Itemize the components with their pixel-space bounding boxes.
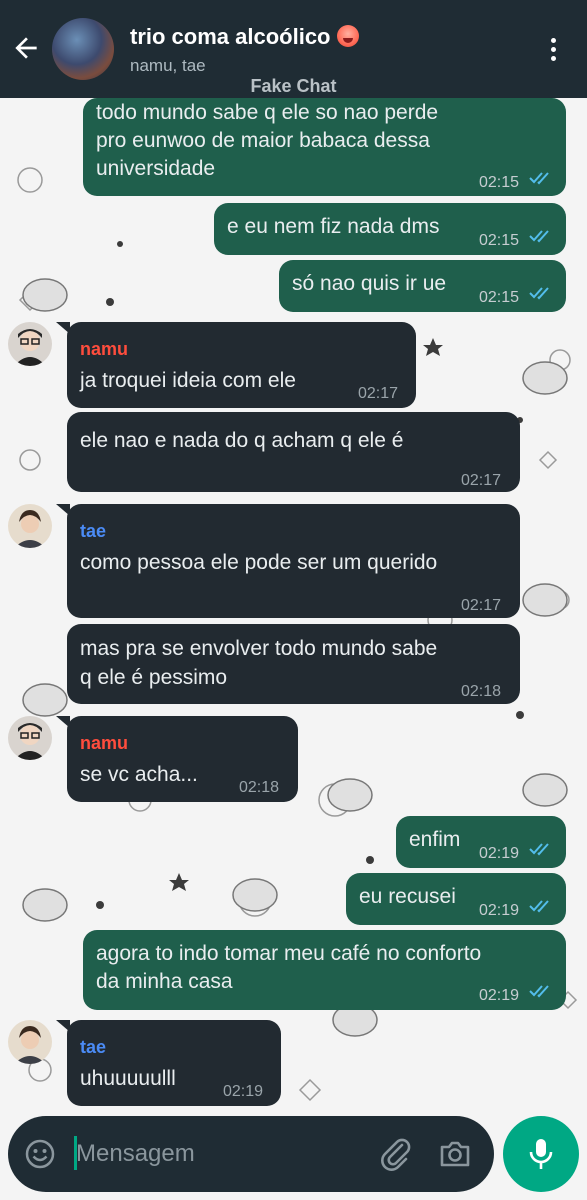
message-line: agora to indo tomar meu café no conforto	[96, 942, 482, 965]
message-bubble-incoming[interactable]: ele nao e nada do q acham q ele é 02:17	[67, 412, 520, 492]
message-line: eu recusei	[359, 885, 456, 908]
more-options-icon[interactable]	[548, 38, 558, 64]
message-line: ele nao e nada do q acham q ele é	[80, 429, 404, 452]
double-check-icon	[529, 900, 549, 913]
message-line: universidade	[96, 157, 216, 180]
message-bubble-outgoing[interactable]: todo mundo sabe q ele so nao perde pro e…	[83, 98, 566, 196]
message-time: 02:17	[461, 472, 502, 489]
double-check-icon	[529, 230, 549, 243]
camera-icon[interactable]	[438, 1137, 472, 1171]
message-line: ja troquei ideia com ele	[80, 369, 296, 392]
emoji-icon[interactable]	[24, 1138, 56, 1170]
sender-name[interactable]: tae	[80, 1033, 106, 1062]
message-bubble-outgoing[interactable]: agora to indo tomar meu café no conforto…	[83, 930, 566, 1010]
message-time: 02:15	[479, 289, 520, 306]
sender-name[interactable]: namu	[80, 729, 128, 758]
message-line: q ele é pessimo	[80, 666, 228, 689]
message-line: da minha casa	[96, 970, 233, 993]
attach-icon[interactable]	[378, 1136, 414, 1172]
back-arrow-icon[interactable]	[10, 32, 42, 64]
tae-avatar[interactable]	[8, 1020, 52, 1064]
message-time: 02:15	[479, 174, 520, 191]
message-bubble-incoming[interactable]: tae como pessoa ele pode ser um querido …	[67, 504, 520, 618]
message-time: 02:19	[479, 987, 520, 1004]
message-bubble-outgoing[interactable]: eu recusei 02:19	[346, 873, 566, 925]
message-bubble-incoming[interactable]: tae uhuuuuulll 02:19	[67, 1020, 281, 1106]
message-bubble-incoming[interactable]: namu se vc acha... 02:18	[67, 716, 298, 802]
double-check-icon	[529, 843, 549, 856]
chat-participants[interactable]: namu, tae	[130, 56, 206, 76]
sender-name[interactable]: tae	[80, 517, 106, 546]
message-bubble-incoming[interactable]: namu ja troquei ideia com ele 02:17	[67, 322, 416, 408]
namu-avatar[interactable]	[8, 716, 52, 760]
message-line: uhuuuuulll	[80, 1067, 176, 1090]
message-composer[interactable]: Mensagem	[8, 1116, 494, 1192]
message-time: 02:19	[479, 845, 520, 862]
namu-avatar[interactable]	[8, 322, 52, 366]
message-time: 02:18	[239, 779, 280, 796]
message-input[interactable]: Mensagem	[76, 1140, 195, 1168]
message-line: só nao quis ir ue	[292, 272, 447, 295]
hot-face-emoji-icon	[336, 25, 359, 47]
message-time: 02:18	[461, 683, 502, 700]
voice-message-button[interactable]	[503, 1116, 579, 1192]
message-line: enfim	[409, 828, 461, 851]
tae-avatar[interactable]	[8, 504, 52, 548]
message-line: se vc acha...	[80, 763, 198, 786]
group-avatar[interactable]	[52, 18, 114, 80]
message-time: 02:19	[479, 902, 520, 919]
message-line: mas pra se envolver todo mundo sabe	[80, 637, 438, 660]
message-time: 02:17	[461, 597, 502, 614]
message-bubble-outgoing[interactable]: só nao quis ir ue 02:15	[279, 260, 566, 312]
message-time: 02:17	[358, 385, 399, 402]
double-check-icon	[529, 287, 549, 300]
double-check-icon	[529, 985, 549, 998]
double-check-icon	[529, 172, 549, 185]
message-time: 02:19	[223, 1083, 264, 1100]
message-bubble-incoming[interactable]: mas pra se envolver todo mundo sabe q el…	[67, 624, 520, 704]
message-line: e eu nem fiz nada dms	[227, 215, 440, 238]
message-line: todo mundo sabe q ele so nao perde	[96, 101, 439, 124]
message-time: 02:15	[479, 232, 520, 249]
message-bubble-outgoing[interactable]: enfim 02:19	[396, 816, 566, 868]
message-bubble-outgoing[interactable]: e eu nem fiz nada dms 02:15	[214, 203, 566, 255]
message-line: como pessoa ele pode ser um querido	[80, 551, 438, 574]
message-line: pro eunwoo de maior babaca dessa	[96, 129, 430, 152]
mic-icon	[529, 1139, 553, 1169]
chat-title[interactable]: trio coma alcoólico	[130, 24, 359, 50]
fake-chat-watermark: Fake Chat	[250, 76, 337, 96]
sender-name[interactable]: namu	[80, 335, 128, 364]
